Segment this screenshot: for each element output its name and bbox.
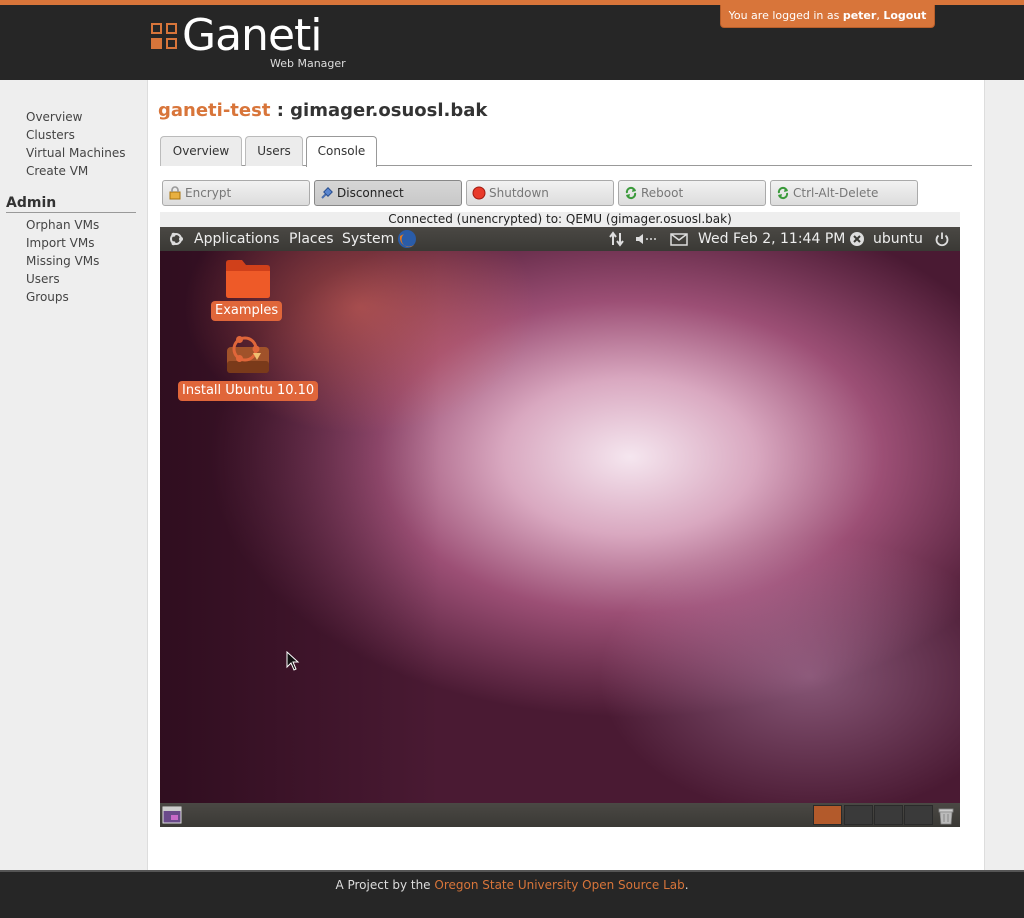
workspace-3[interactable] <box>874 805 903 825</box>
gnome-top-panel: Applications Places System Wed Feb 2, 11… <box>160 227 960 251</box>
plug-icon <box>321 187 333 199</box>
red-circle-icon <box>472 186 486 200</box>
power-icon[interactable] <box>934 231 950 247</box>
sidebar-item-orphan-vms[interactable]: Orphan VMs <box>26 217 99 233</box>
lock-icon <box>169 186 181 200</box>
sidebar-item-clusters[interactable]: Clusters <box>26 127 75 143</box>
desktop-icon-examples[interactable]: Examples <box>211 301 283 321</box>
firefox-icon[interactable] <box>396 228 418 250</box>
workspace-1[interactable] <box>813 805 842 825</box>
shutdown-button[interactable]: Shutdown <box>466 180 614 206</box>
tab-users[interactable]: Users <box>245 136 303 166</box>
osuosl-link[interactable]: Oregon State University Open Source Lab <box>434 878 684 892</box>
sidebar: Overview Clusters Virtual Machines Creat… <box>0 80 147 870</box>
login-status: You are logged in as peter, Logout <box>720 5 935 28</box>
reboot-button[interactable]: Reboot <box>618 180 766 206</box>
console-status: Connected (unencrypted) to: QEMU (gimage… <box>160 212 960 227</box>
panel-username[interactable]: ubuntu <box>873 227 923 251</box>
workspace-2[interactable] <box>844 805 873 825</box>
right-gutter <box>985 80 1024 870</box>
sidebar-item-groups[interactable]: Groups <box>26 289 69 305</box>
encrypt-button[interactable]: Encrypt <box>162 180 310 206</box>
ubuntu-logo-icon[interactable] <box>168 231 184 247</box>
menu-places[interactable]: Places <box>289 227 334 251</box>
desktop-icon-install-ubuntu[interactable]: Install Ubuntu 10.10 <box>178 381 319 401</box>
volume-icon[interactable] <box>635 233 657 245</box>
vm-name: gimager.osuosl.bak <box>290 100 488 121</box>
shutdown-label: Shutdown <box>489 186 549 200</box>
vnc-console-screen[interactable]: Applications Places System Wed Feb 2, 11… <box>160 227 960 827</box>
username: peter <box>842 9 877 22</box>
refresh-icon <box>777 186 789 200</box>
disconnect-button[interactable]: Disconnect <box>314 180 462 206</box>
tab-overview[interactable]: Overview <box>160 136 242 166</box>
footer: A Project by the Oregon State University… <box>0 870 1024 918</box>
tab-console[interactable]: Console <box>306 136 377 167</box>
mouse-cursor-icon <box>286 651 300 671</box>
cluster-link[interactable]: ganeti-test <box>158 100 270 121</box>
main-content: ganeti-test : gimager.osuosl.bak Overvie… <box>147 80 985 870</box>
reboot-label: Reboot <box>641 186 684 200</box>
login-prefix: You are logged in as <box>728 9 843 22</box>
encrypt-label: Encrypt <box>185 186 232 200</box>
footer-suffix: . <box>684 878 689 892</box>
workspace-4[interactable] <box>904 805 933 825</box>
mail-icon[interactable] <box>670 233 688 246</box>
trash-icon[interactable] <box>936 805 956 825</box>
logo-subtitle: Web Manager <box>270 57 346 70</box>
sidebar-item-import-vms[interactable]: Import VMs <box>26 235 94 251</box>
menu-system[interactable]: System <box>342 227 394 251</box>
folder-icon[interactable] <box>224 257 272 299</box>
user-status-icon[interactable] <box>849 231 865 247</box>
network-icon[interactable] <box>608 231 626 247</box>
sidebar-item-virtual-machines[interactable]: Virtual Machines <box>26 145 126 161</box>
logo-text[interactable]: Ganeti <box>182 11 322 61</box>
logout-link[interactable]: Logout <box>883 9 926 22</box>
disconnect-label: Disconnect <box>337 186 404 200</box>
ctrl-alt-delete-label: Ctrl-Alt-Delete <box>793 186 879 200</box>
menu-applications[interactable]: Applications <box>194 227 280 251</box>
footer-prefix: A Project by the <box>335 878 435 892</box>
title-separator: : <box>270 100 291 121</box>
refresh-icon <box>625 186 637 200</box>
show-desktop-icon[interactable] <box>162 806 182 824</box>
panel-clock[interactable]: Wed Feb 2, 11:44 PM <box>698 227 845 251</box>
gnome-bottom-panel <box>160 803 960 827</box>
installer-icon[interactable] <box>223 333 273 377</box>
ctrl-alt-delete-button[interactable]: Ctrl-Alt-Delete <box>770 180 918 206</box>
admin-heading: Admin <box>6 195 136 213</box>
sidebar-item-missing-vms[interactable]: Missing VMs <box>26 253 99 269</box>
sidebar-item-users[interactable]: Users <box>26 271 60 287</box>
ganeti-logo-icon <box>151 23 177 49</box>
sidebar-item-create-vm[interactable]: Create VM <box>26 163 88 179</box>
sidebar-item-overview[interactable]: Overview <box>26 109 83 125</box>
page-title: ganeti-test : gimager.osuosl.bak <box>158 100 487 121</box>
